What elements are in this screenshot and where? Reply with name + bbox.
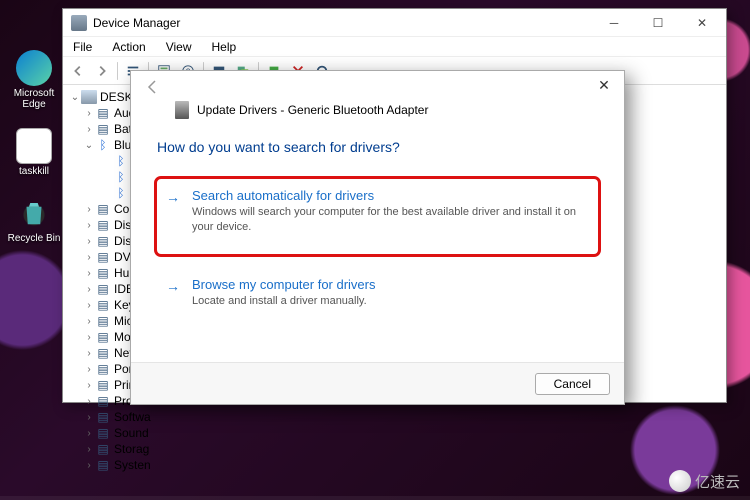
desktop-icon-taskkill[interactable]: ⌧ taskkill: [6, 128, 62, 177]
tree-node[interactable]: ›▤Sound: [69, 425, 726, 441]
arrow-right-icon: →: [166, 278, 180, 294]
tree-caret-icon[interactable]: ›: [83, 364, 95, 375]
device-category-icon: ▤: [95, 234, 111, 248]
titlebar[interactable]: Device Manager ─ ☐ ✕: [63, 9, 726, 37]
desktop-icon-label: taskkill: [6, 166, 62, 177]
tree-node[interactable]: ›▤Storag: [69, 441, 726, 457]
tree-caret-icon[interactable]: ›: [83, 124, 95, 135]
tree-caret-icon[interactable]: ›: [83, 268, 95, 279]
device-category-icon: ▤: [95, 362, 111, 376]
tree-caret-icon[interactable]: ›: [83, 428, 95, 439]
computer-icon: [81, 90, 97, 104]
desktop-icon-recycle-bin[interactable]: Recycle Bin: [6, 195, 62, 244]
tree-node[interactable]: ›▤Systen: [69, 457, 726, 473]
tree-caret-icon[interactable]: ›: [83, 108, 95, 119]
menu-help[interactable]: Help: [208, 39, 241, 55]
minimize-button[interactable]: ─: [592, 9, 636, 37]
device-category-icon: ▤: [95, 250, 111, 264]
shortcut-icon: ⌧: [16, 128, 52, 164]
tree-node-label: Storag: [114, 442, 149, 456]
device-category-icon: ▤: [95, 282, 111, 296]
cancel-button[interactable]: Cancel: [535, 373, 610, 395]
toolbar-back-icon[interactable]: [67, 60, 89, 82]
menu-view[interactable]: View: [162, 39, 196, 55]
tree-node[interactable]: ›▤Softwa: [69, 409, 726, 425]
update-drivers-dialog: ✕ Update Drivers - Generic Bluetooth Ada…: [130, 70, 625, 405]
device-category-icon: ▤: [95, 458, 111, 472]
tree-caret-icon[interactable]: ›: [83, 460, 95, 471]
device-category-icon: ▤: [95, 426, 111, 440]
tree-caret-icon[interactable]: ›: [83, 204, 95, 215]
app-icon: [71, 15, 87, 31]
option-title: Browse my computer for drivers: [192, 277, 587, 292]
bluetooth-icon: ᛒ: [113, 154, 129, 168]
tree-caret-icon[interactable]: ›: [83, 332, 95, 343]
tree-caret-icon[interactable]: ›: [83, 300, 95, 311]
desktop-icon-label: Recycle Bin: [6, 233, 62, 244]
device-category-icon: ▤: [95, 298, 111, 312]
device-category-icon: ▤: [95, 218, 111, 232]
menubar: File Action View Help: [63, 37, 726, 57]
tree-caret-icon[interactable]: ⌄: [69, 92, 81, 103]
toolbar-forward-icon[interactable]: [91, 60, 113, 82]
option-search-automatically[interactable]: → Search automatically for drivers Windo…: [157, 179, 598, 254]
device-category-icon: ▤: [95, 346, 111, 360]
recycle-bin-icon: [16, 195, 52, 231]
tree-caret-icon[interactable]: ›: [83, 412, 95, 423]
option-title: Search automatically for drivers: [192, 188, 587, 203]
tree-caret-icon[interactable]: ›: [83, 348, 95, 359]
driver-icon: [175, 101, 189, 119]
option-description: Locate and install a driver manually.: [192, 294, 587, 309]
desktop-icon-label: Microsoft Edge: [6, 88, 62, 110]
tree-node-label: Sound: [114, 426, 149, 440]
tree-node-label: Systen: [114, 458, 151, 472]
device-category-icon: ▤: [95, 410, 111, 424]
dialog-title: Update Drivers - Generic Bluetooth Adapt…: [197, 103, 428, 117]
menu-file[interactable]: File: [69, 39, 96, 55]
back-button[interactable]: [141, 77, 165, 97]
bluetooth-icon: ᛒ: [113, 186, 129, 200]
tree-caret-icon[interactable]: ›: [83, 284, 95, 295]
maximize-button[interactable]: ☐: [636, 9, 680, 37]
watermark: 亿速云: [669, 470, 740, 492]
tree-caret-icon[interactable]: ›: [83, 396, 95, 407]
device-category-icon: ▤: [95, 314, 111, 328]
arrow-right-icon: →: [166, 189, 180, 205]
tree-caret-icon[interactable]: ›: [83, 380, 95, 391]
device-category-icon: ▤: [95, 122, 111, 136]
tree-node-label: Softwa: [114, 410, 151, 424]
tree-caret-icon[interactable]: ›: [83, 252, 95, 263]
watermark-text: 亿速云: [695, 471, 740, 492]
watermark-logo-icon: [669, 470, 691, 492]
option-browse-computer[interactable]: → Browse my computer for drivers Locate …: [157, 268, 598, 320]
window-title: Device Manager: [93, 16, 180, 30]
device-category-icon: ▤: [95, 378, 111, 392]
device-category-icon: ▤: [95, 394, 111, 408]
tree-caret-icon[interactable]: ›: [83, 316, 95, 327]
desktop-icon-edge[interactable]: Microsoft Edge: [6, 50, 62, 110]
device-category-icon: ▤: [95, 442, 111, 456]
tree-caret-icon[interactable]: ›: [83, 444, 95, 455]
desktop-icons: Microsoft Edge ⌧ taskkill Recycle Bin: [6, 50, 62, 262]
device-category-icon: ▤: [95, 202, 111, 216]
device-category-icon: ▤: [95, 106, 111, 120]
bluetooth-icon: ᛒ: [95, 138, 111, 152]
dialog-close-button[interactable]: ✕: [590, 75, 618, 95]
menu-action[interactable]: Action: [108, 39, 149, 55]
device-category-icon: ▤: [95, 330, 111, 344]
tree-caret-icon[interactable]: ⌄: [83, 140, 95, 151]
tree-caret-icon[interactable]: ›: [83, 236, 95, 247]
edge-icon: [16, 50, 52, 86]
dialog-heading: How do you want to search for drivers?: [157, 139, 598, 155]
toolbar-separator: [117, 62, 118, 80]
tree-caret-icon[interactable]: ›: [83, 220, 95, 231]
close-button[interactable]: ✕: [680, 9, 724, 37]
taskbar[interactable]: [0, 496, 750, 500]
option-description: Windows will search your computer for th…: [192, 205, 587, 235]
device-category-icon: ▤: [95, 266, 111, 280]
bluetooth-icon: ᛒ: [113, 170, 129, 184]
